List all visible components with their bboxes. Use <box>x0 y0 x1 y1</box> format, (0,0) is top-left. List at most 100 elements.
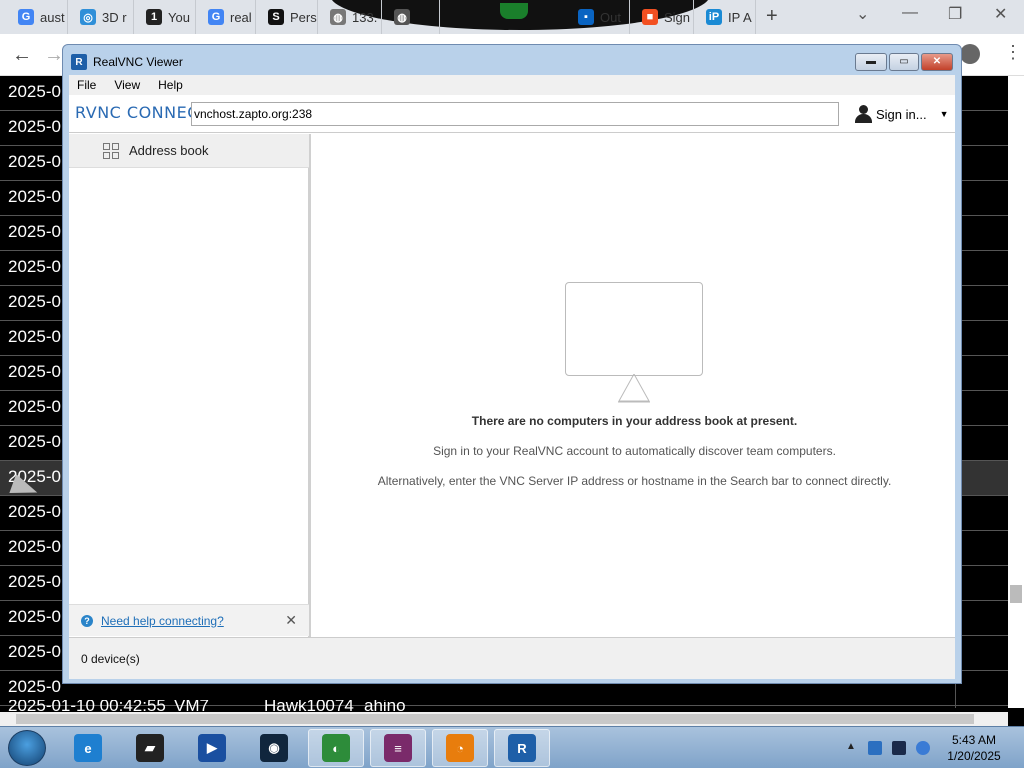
clock-time[interactable]: 5:43 AM <box>944 733 1004 747</box>
taskbar-app-internet-explorer[interactable]: e <box>60 729 116 767</box>
google-icon: G <box>18 9 34 25</box>
green-indicator-icon <box>500 3 528 19</box>
row-date-cell: 2025-0 <box>8 572 61 591</box>
earth-app-icon: ◐ <box>322 734 350 762</box>
close-window-button[interactable]: ✕ <box>994 4 1007 24</box>
vnc-connect-logo: RVNC CONNECT <box>75 103 210 122</box>
tab-label: real <box>230 9 252 25</box>
bottom-cell: ahino <box>364 700 406 712</box>
taskbar-app-dark-globe[interactable]: ◉ <box>246 729 302 767</box>
browser-menu-button[interactable]: ⋮ <box>1004 42 1022 63</box>
taskbar-app-winrar[interactable]: ≡ <box>370 729 426 767</box>
menu-help[interactable]: Help <box>158 78 183 92</box>
row-date-cell: 2025-0 <box>8 362 61 381</box>
globe-icon: ◍ <box>394 9 410 25</box>
sidebar: Address book ? Need help connecting? ✕ <box>69 134 311 637</box>
restore-window-button[interactable]: ❐ <box>948 4 962 24</box>
row-date-cell: 2025-0 <box>8 677 61 696</box>
browser-tab[interactable]: ◎ 3D r <box>70 0 134 34</box>
winrar-icon: ≡ <box>384 734 412 762</box>
display-tray-icon[interactable] <box>892 741 906 755</box>
browser-tab[interactable]: ◍ <box>384 0 440 34</box>
search-bar: RVNC CONNECT Sign in... ▼ <box>69 95 955 133</box>
new-tab-button[interactable]: + <box>766 5 778 28</box>
tab-label: Pers <box>290 9 317 25</box>
sidebar-item-address-book[interactable]: Address book <box>69 134 309 168</box>
window-title-bar: R RealVNC Viewer <box>71 53 183 71</box>
host-search-input[interactable] <box>191 102 839 126</box>
bottom-cell: 2025-01-10 00:42:55 <box>8 700 166 712</box>
outlook-icon: ▪ <box>578 9 594 25</box>
number-one-icon: 1 <box>146 9 162 25</box>
row-date-cell: 2025-0 <box>8 222 61 241</box>
microsoft-icon: ■ <box>642 9 658 25</box>
profile-icon[interactable] <box>960 44 980 64</box>
globe-blue-icon: ◎ <box>80 9 96 25</box>
browser-tab[interactable]: 1 You <box>136 0 196 34</box>
tab-dropdown-button[interactable]: ⌄ <box>856 4 869 24</box>
empty-state-message: Alternatively, enter the VNC Server IP a… <box>377 474 892 488</box>
monitor-icon <box>565 282 703 376</box>
media-player-icon: ▶ <box>198 734 226 762</box>
globe-icon: ◍ <box>330 9 346 25</box>
bottom-cell: VM7 <box>174 700 209 712</box>
taskbar-app-realvnc[interactable]: R <box>494 729 550 767</box>
vnc-close-button[interactable]: ✕ <box>921 53 953 71</box>
browser-tab[interactable]: Greal <box>198 0 256 34</box>
clock-date[interactable]: 1/20/2025 <box>944 749 1004 763</box>
vnc-minimize-button[interactable]: ▬ <box>855 53 887 71</box>
tab-label: 133. <box>352 9 378 25</box>
minimize-window-button[interactable]: — <box>902 4 918 22</box>
horizontal-scroll-thumb[interactable] <box>16 714 974 724</box>
browser-tab[interactable]: ◍ 133. <box>320 0 382 34</box>
volume-tray-icon[interactable] <box>916 741 930 755</box>
help-icon: ? <box>81 614 93 627</box>
row-date-cell: 2025-0 <box>8 117 61 136</box>
google-icon: G <box>208 9 224 25</box>
help-link[interactable]: Need help connecting? <box>101 614 224 628</box>
realvnc-viewer-window: R RealVNC Viewer ▬ ▭ ✕ File View Help RV… <box>62 44 962 684</box>
close-icon[interactable]: ✕ <box>285 612 297 629</box>
row-date-cell: 2025-0 <box>8 187 61 206</box>
browser-tab[interactable]: iP IP A <box>696 0 756 34</box>
back-button[interactable]: ← <box>12 44 32 67</box>
chevron-down-icon: ▼ <box>939 109 949 119</box>
help-banner: ? Need help connecting? ✕ <box>69 604 309 636</box>
row-date-cell: 2025-0 <box>8 152 61 171</box>
row-date-cell: 2025-0 <box>8 642 61 661</box>
forward-button[interactable]: → <box>44 44 64 67</box>
row-date-cell: 2025-0 <box>8 397 61 416</box>
vertical-scrollbar[interactable] <box>1008 76 1024 708</box>
row-date-cell: 2025-0 <box>8 537 61 556</box>
vertical-scroll-thumb[interactable] <box>1010 585 1022 603</box>
browser-tab[interactable]: ▪ Out <box>568 0 630 34</box>
monitor-stand-icon <box>618 374 650 403</box>
browser-tab[interactable]: Gaust <box>8 0 68 34</box>
taskbar-app-media-player[interactable]: ▶ <box>184 729 240 767</box>
menu-file[interactable]: File <box>77 78 96 92</box>
network-tray-icon[interactable] <box>868 741 882 755</box>
device-count: 0 device(s) <box>81 651 140 666</box>
start-button[interactable] <box>8 730 46 766</box>
row-date-cell: 2025-0 <box>8 432 61 451</box>
row-date-cell: 2025-0 <box>8 257 61 276</box>
internet-explorer-icon: e <box>74 734 102 762</box>
taskbar-app-blender[interactable]: ◔ <box>432 729 488 767</box>
sign-in-label: Sign in... <box>876 106 927 122</box>
menu-view[interactable]: View <box>114 78 140 92</box>
tab-label: IP A <box>728 9 752 25</box>
bottom-cell: Hawk10074 <box>264 700 354 712</box>
browser-tab[interactable]: S Pers <box>258 0 318 34</box>
taskbar: e ▰ ▶ ◉ ◐ ≡ ◔ R ▲ 5:43 AM 1/20/2025 <box>0 726 1024 768</box>
sidebar-item-label: Address book <box>129 143 209 158</box>
sign-in-button[interactable]: Sign in... ▼ <box>855 105 949 123</box>
taskbar-app-earth-app[interactable]: ◐ <box>308 729 364 767</box>
tab-label: 3D r <box>102 9 127 25</box>
browser-tab[interactable]: ■ Sign <box>632 0 694 34</box>
taskbar-app-black-box-app[interactable]: ▰ <box>122 729 178 767</box>
blender-icon: ◔ <box>446 734 474 762</box>
status-bar: 0 device(s) <box>69 637 955 679</box>
vnc-maximize-button[interactable]: ▭ <box>889 53 919 71</box>
show-hidden-icons-button[interactable]: ▲ <box>846 741 856 752</box>
browser-tab-strip: Gaust ◎ 3D r 1 You Greal S Pers ◍ 133. ◍ ▪ Out ■ Sign i… <box>0 0 1024 34</box>
